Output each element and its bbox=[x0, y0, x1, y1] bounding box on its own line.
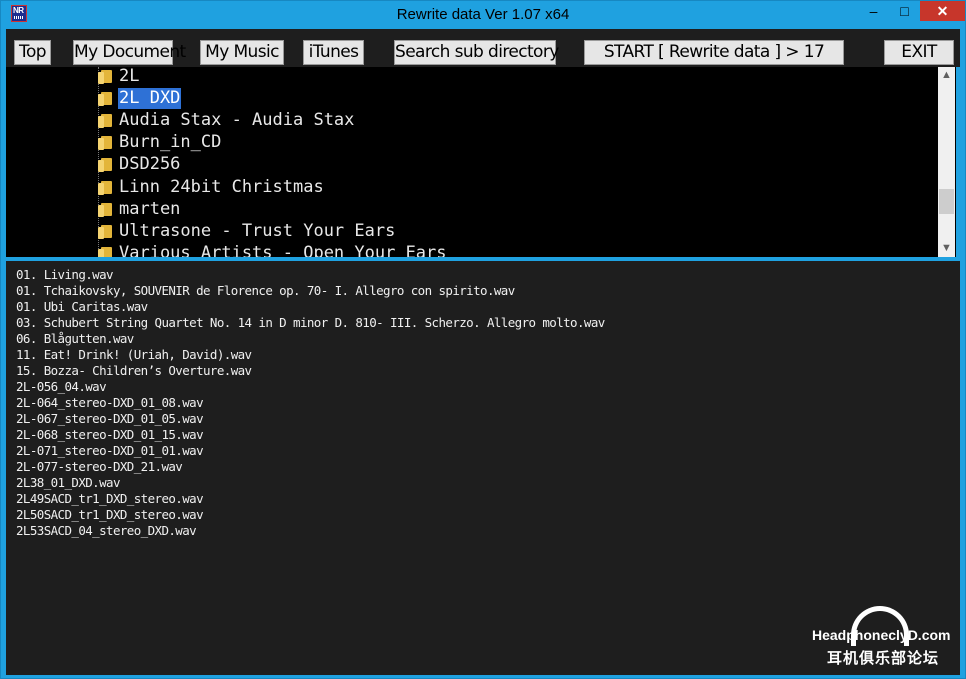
file-list-item[interactable]: 2L-068_stereo-DXD_01_15.wav bbox=[16, 427, 204, 442]
tree-item-label: 2L DXD bbox=[118, 88, 182, 109]
tree-scrollbar[interactable]: ▲ ▼ bbox=[938, 67, 955, 257]
file-list-item[interactable]: 2L-056_04.wav bbox=[16, 379, 107, 394]
file-list-item[interactable]: 06. Blågutten.wav bbox=[16, 331, 134, 346]
file-list-item[interactable]: 2L-067_stereo-DXD_01_05.wav bbox=[16, 411, 204, 426]
file-list-item[interactable]: 11. Eat! Drink! (Uriah, David).wav bbox=[16, 347, 252, 362]
watermark-logo: HeadphoneclуD.com 耳机俱乐部论坛 bbox=[809, 604, 964, 670]
file-list-item[interactable]: 2L53SACD_04_stereo_DXD.wav bbox=[16, 523, 197, 538]
folder-icon bbox=[98, 225, 112, 239]
tree-item-label: Burn_in_CD bbox=[119, 132, 222, 152]
tree-item-label: Audia Stax - Audia Stax bbox=[119, 110, 355, 130]
folder-icon bbox=[98, 92, 112, 106]
file-list-item[interactable]: 2L-064_stereo-DXD_01_08.wav bbox=[16, 395, 204, 410]
file-list-item[interactable]: 2L38_01_DXD.wav bbox=[16, 475, 120, 490]
watermark-brand: HeadphoneclуD.com bbox=[812, 627, 951, 643]
title-bar[interactable]: NR Rewrite data Ver 1.07 x64 – □ ✕ bbox=[1, 1, 965, 29]
exit-button[interactable]: EXIT bbox=[884, 40, 954, 65]
folder-icon bbox=[98, 114, 112, 128]
folder-icon bbox=[98, 136, 112, 150]
folder-icon bbox=[98, 70, 112, 84]
file-list-item[interactable]: 01. Tchaikovsky, SOUVENIR de Florence op… bbox=[16, 283, 515, 298]
file-list-item[interactable]: 2L-077-stereo-DXD_21.wav bbox=[16, 459, 183, 474]
maximize-button[interactable]: □ bbox=[891, 1, 918, 21]
file-list-item[interactable]: 2L49SACD_tr1_DXD_stereo.wav bbox=[16, 491, 204, 506]
folder-icon bbox=[98, 247, 112, 257]
folder-icon bbox=[98, 203, 112, 217]
start-rewrite-button[interactable]: START [ Rewrite data ] > 17 bbox=[584, 40, 844, 65]
tree-item-label: DSD256 bbox=[119, 154, 181, 174]
watermark-cn: 耳机俱乐部论坛 bbox=[827, 650, 940, 667]
top-button[interactable]: Top bbox=[14, 40, 51, 65]
tree-item-label: Linn 24bit Christmas bbox=[119, 177, 324, 197]
toolbar: Top My Document My Music iTunes Search s… bbox=[6, 29, 960, 67]
file-list-item[interactable]: 01. Living.wav bbox=[16, 267, 114, 282]
my-document-button[interactable]: My Document bbox=[73, 40, 186, 65]
file-list-item[interactable]: 15. Bozza- Children’s Overture.wav bbox=[16, 363, 252, 378]
close-button[interactable]: ✕ bbox=[920, 1, 965, 21]
file-list-item[interactable]: 01. Ubi Caritas.wav bbox=[16, 299, 148, 314]
file-list-item[interactable]: 2L-071_stereo-DXD_01_01.wav bbox=[16, 443, 204, 458]
scroll-thumb[interactable] bbox=[939, 189, 954, 214]
tree-item-label: Ultrasone - Trust Your Ears bbox=[119, 221, 396, 241]
folder-tree[interactable]: 2L 2L DXD Audia Stax - Audia Stax Burn_in_C… bbox=[6, 67, 956, 257]
file-list-item[interactable]: 2L50SACD_tr1_DXD_stereo.wav bbox=[16, 507, 204, 522]
tree-item-label: Various Artists - Open Your Ears bbox=[119, 243, 447, 257]
window-title: Rewrite data Ver 1.07 x64 bbox=[396, 6, 570, 23]
tree-item-label: marten bbox=[119, 199, 181, 219]
search-sub-directory-button[interactable]: Search sub directory bbox=[394, 40, 559, 65]
folder-icon bbox=[98, 181, 112, 195]
folder-icon bbox=[98, 158, 112, 172]
scroll-up-icon[interactable]: ▲ bbox=[938, 67, 955, 84]
my-music-button[interactable]: My Music bbox=[200, 40, 284, 65]
minimize-button[interactable]: – bbox=[860, 1, 887, 21]
file-list-item[interactable]: 03. Schubert String Quartet No. 14 in D … bbox=[16, 315, 605, 330]
itunes-button[interactable]: iTunes bbox=[303, 40, 364, 65]
scroll-down-icon[interactable]: ▼ bbox=[938, 240, 955, 257]
tree-item-label: 2L bbox=[119, 67, 140, 86]
app-window: NR Rewrite data Ver 1.07 x64 – □ ✕ Top M… bbox=[0, 0, 966, 679]
